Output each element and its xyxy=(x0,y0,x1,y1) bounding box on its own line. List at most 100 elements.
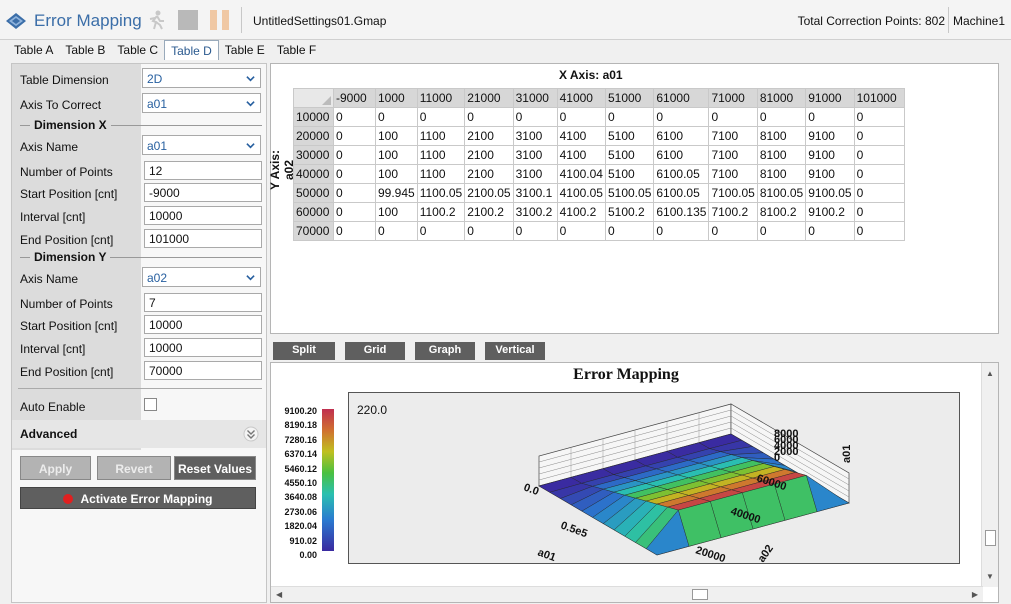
grid-cell[interactable]: 6100.05 xyxy=(653,183,710,203)
grid-cell[interactable]: 4100.2 xyxy=(556,202,606,222)
run-icon[interactable] xyxy=(145,9,167,31)
grid-cell[interactable]: 0 xyxy=(853,164,905,184)
grid-cell[interactable]: 0 xyxy=(853,202,905,222)
scroll-up-icon[interactable]: ▲ xyxy=(986,369,994,378)
graph-button[interactable]: Graph xyxy=(415,342,475,360)
grid-cell[interactable]: 0 xyxy=(604,221,655,241)
grid-cell[interactable]: 0 xyxy=(708,221,758,241)
stop-button[interactable] xyxy=(178,10,198,30)
grid-cell[interactable]: 100 xyxy=(375,164,418,184)
grid-cell[interactable]: 99.945 xyxy=(375,183,418,203)
grid-cell[interactable]: 9100 xyxy=(805,126,855,146)
grid-cell[interactable]: 9100.2 xyxy=(805,202,855,222)
grid-cell[interactable]: 0 xyxy=(512,107,558,127)
surface-plot[interactable]: 220.0 0.0 0.5e5 a01 20000 40000 60000 a02 8000 6… xyxy=(348,392,961,565)
scroll-down-icon[interactable]: ▼ xyxy=(986,572,994,581)
grid-cell[interactable]: 2100 xyxy=(464,145,514,165)
scroll-left-icon[interactable]: ◀ xyxy=(276,590,282,599)
grid-cell[interactable]: 0 xyxy=(333,126,376,146)
horizontal-scrollbar[interactable]: ◀ ▶ xyxy=(271,586,983,602)
grid-cell[interactable]: 6100.05 xyxy=(653,164,710,184)
grid-cell[interactable]: 5100 xyxy=(604,145,655,165)
dimx-axis-name-select[interactable]: a01 xyxy=(142,135,261,155)
grid-cell[interactable]: 0 xyxy=(853,183,905,203)
tab-table-e[interactable]: Table E xyxy=(219,40,271,60)
tab-table-b[interactable]: Table B xyxy=(59,40,111,60)
grid-cell[interactable]: 0 xyxy=(416,107,466,127)
dimy-start-input[interactable]: 10000 xyxy=(144,315,262,334)
grid-cell[interactable]: 3100 xyxy=(512,145,558,165)
grid-cell[interactable]: 4100 xyxy=(556,145,606,165)
double-chevron-down-icon[interactable] xyxy=(243,426,259,442)
grid-cell[interactable]: 100 xyxy=(375,126,418,146)
grid-cell[interactable]: 0 xyxy=(604,107,655,127)
grid-cell[interactable]: 7100 xyxy=(708,126,758,146)
grid-cell[interactable]: 0 xyxy=(556,221,606,241)
grid-cell[interactable]: 0 xyxy=(853,126,905,146)
dimx-interval-input[interactable]: 10000 xyxy=(144,206,262,225)
grid-cell[interactable]: 5100 xyxy=(604,126,655,146)
grid-cell[interactable]: 1100.05 xyxy=(416,183,466,203)
dimy-interval-input[interactable]: 10000 xyxy=(144,338,262,357)
grid-cell[interactable]: 0 xyxy=(853,145,905,165)
scroll-right-icon[interactable]: ▶ xyxy=(972,590,978,599)
horizontal-scroll-thumb[interactable] xyxy=(692,589,708,600)
axis-to-correct-select[interactable]: a01 xyxy=(142,93,261,113)
dimx-start-input[interactable]: -9000 xyxy=(144,183,262,202)
grid-cell[interactable]: 9100.05 xyxy=(805,183,855,203)
grid-cell[interactable]: 0 xyxy=(333,164,376,184)
grid-cell[interactable]: 0 xyxy=(853,107,905,127)
grid-cell[interactable]: 0 xyxy=(333,145,376,165)
grid-cell[interactable]: 0 xyxy=(653,221,710,241)
grid-cell[interactable]: 1100.2 xyxy=(416,202,466,222)
grid-cell[interactable]: 7100 xyxy=(708,145,758,165)
grid-cell[interactable]: 3100.1 xyxy=(512,183,558,203)
grid-cell[interactable]: 0 xyxy=(805,221,855,241)
grid-cell[interactable]: 6100 xyxy=(653,145,710,165)
grid-cell[interactable]: 0 xyxy=(464,221,514,241)
grid-cell[interactable]: 0 xyxy=(375,107,418,127)
grid-cell[interactable]: 8100.2 xyxy=(756,202,807,222)
grid-cell[interactable]: 3100 xyxy=(512,164,558,184)
tab-table-a[interactable]: Table A xyxy=(8,40,59,60)
grid-cell[interactable]: 7100.2 xyxy=(708,202,758,222)
grid-cell[interactable]: 0 xyxy=(708,107,758,127)
dimy-num-points-input[interactable]: 7 xyxy=(144,293,262,312)
grid-cell[interactable]: 4100.05 xyxy=(556,183,606,203)
grid-cell[interactable]: 6100.135 xyxy=(653,202,710,222)
grid-cell[interactable]: 8100 xyxy=(756,126,807,146)
grid-cell[interactable]: 0 xyxy=(333,107,376,127)
grid-cell[interactable]: 0 xyxy=(333,221,376,241)
grid-cell[interactable]: 5100 xyxy=(604,164,655,184)
grid-cell[interactable]: 0 xyxy=(756,221,807,241)
grid-cell[interactable]: 5100.05 xyxy=(604,183,655,203)
surface-graph[interactable]: 0.00.5e5a01 200004000060000a0280006000400… xyxy=(349,393,961,565)
grid-cell[interactable]: 0 xyxy=(512,221,558,241)
grid-cell[interactable]: 3100.2 xyxy=(512,202,558,222)
grid-cell[interactable]: 4100.04 xyxy=(556,164,606,184)
tab-table-d[interactable]: Table D xyxy=(164,40,219,60)
grid-cell[interactable]: 2100.05 xyxy=(464,183,514,203)
grid-cell[interactable]: 100 xyxy=(375,202,418,222)
grid-cell[interactable]: 0 xyxy=(853,221,905,241)
split-button[interactable]: Split xyxy=(273,342,335,360)
grid-button[interactable]: Grid xyxy=(345,342,405,360)
vertical-scroll-thumb[interactable] xyxy=(985,530,996,546)
table-dimension-select[interactable]: 2D xyxy=(142,68,261,88)
grid-cell[interactable]: 0 xyxy=(464,107,514,127)
grid-cell[interactable]: 9100 xyxy=(805,164,855,184)
grid-cell[interactable]: 1100 xyxy=(416,164,466,184)
grid-cell[interactable]: 0 xyxy=(756,107,807,127)
grid-cell[interactable]: 0 xyxy=(416,221,466,241)
grid-cell[interactable]: 8100 xyxy=(756,164,807,184)
grid-cell[interactable]: 7100 xyxy=(708,164,758,184)
revert-button[interactable]: Revert xyxy=(97,456,171,480)
grid-cell[interactable]: 7100.05 xyxy=(708,183,758,203)
grid-cell[interactable]: 1100 xyxy=(416,145,466,165)
grid-cell[interactable]: 2100 xyxy=(464,164,514,184)
grid-cell[interactable]: 3100 xyxy=(512,126,558,146)
grid-cell[interactable]: 6100 xyxy=(653,126,710,146)
pause-button[interactable] xyxy=(210,10,230,30)
vertical-button[interactable]: Vertical xyxy=(485,342,545,360)
tab-table-f[interactable]: Table F xyxy=(271,40,322,60)
